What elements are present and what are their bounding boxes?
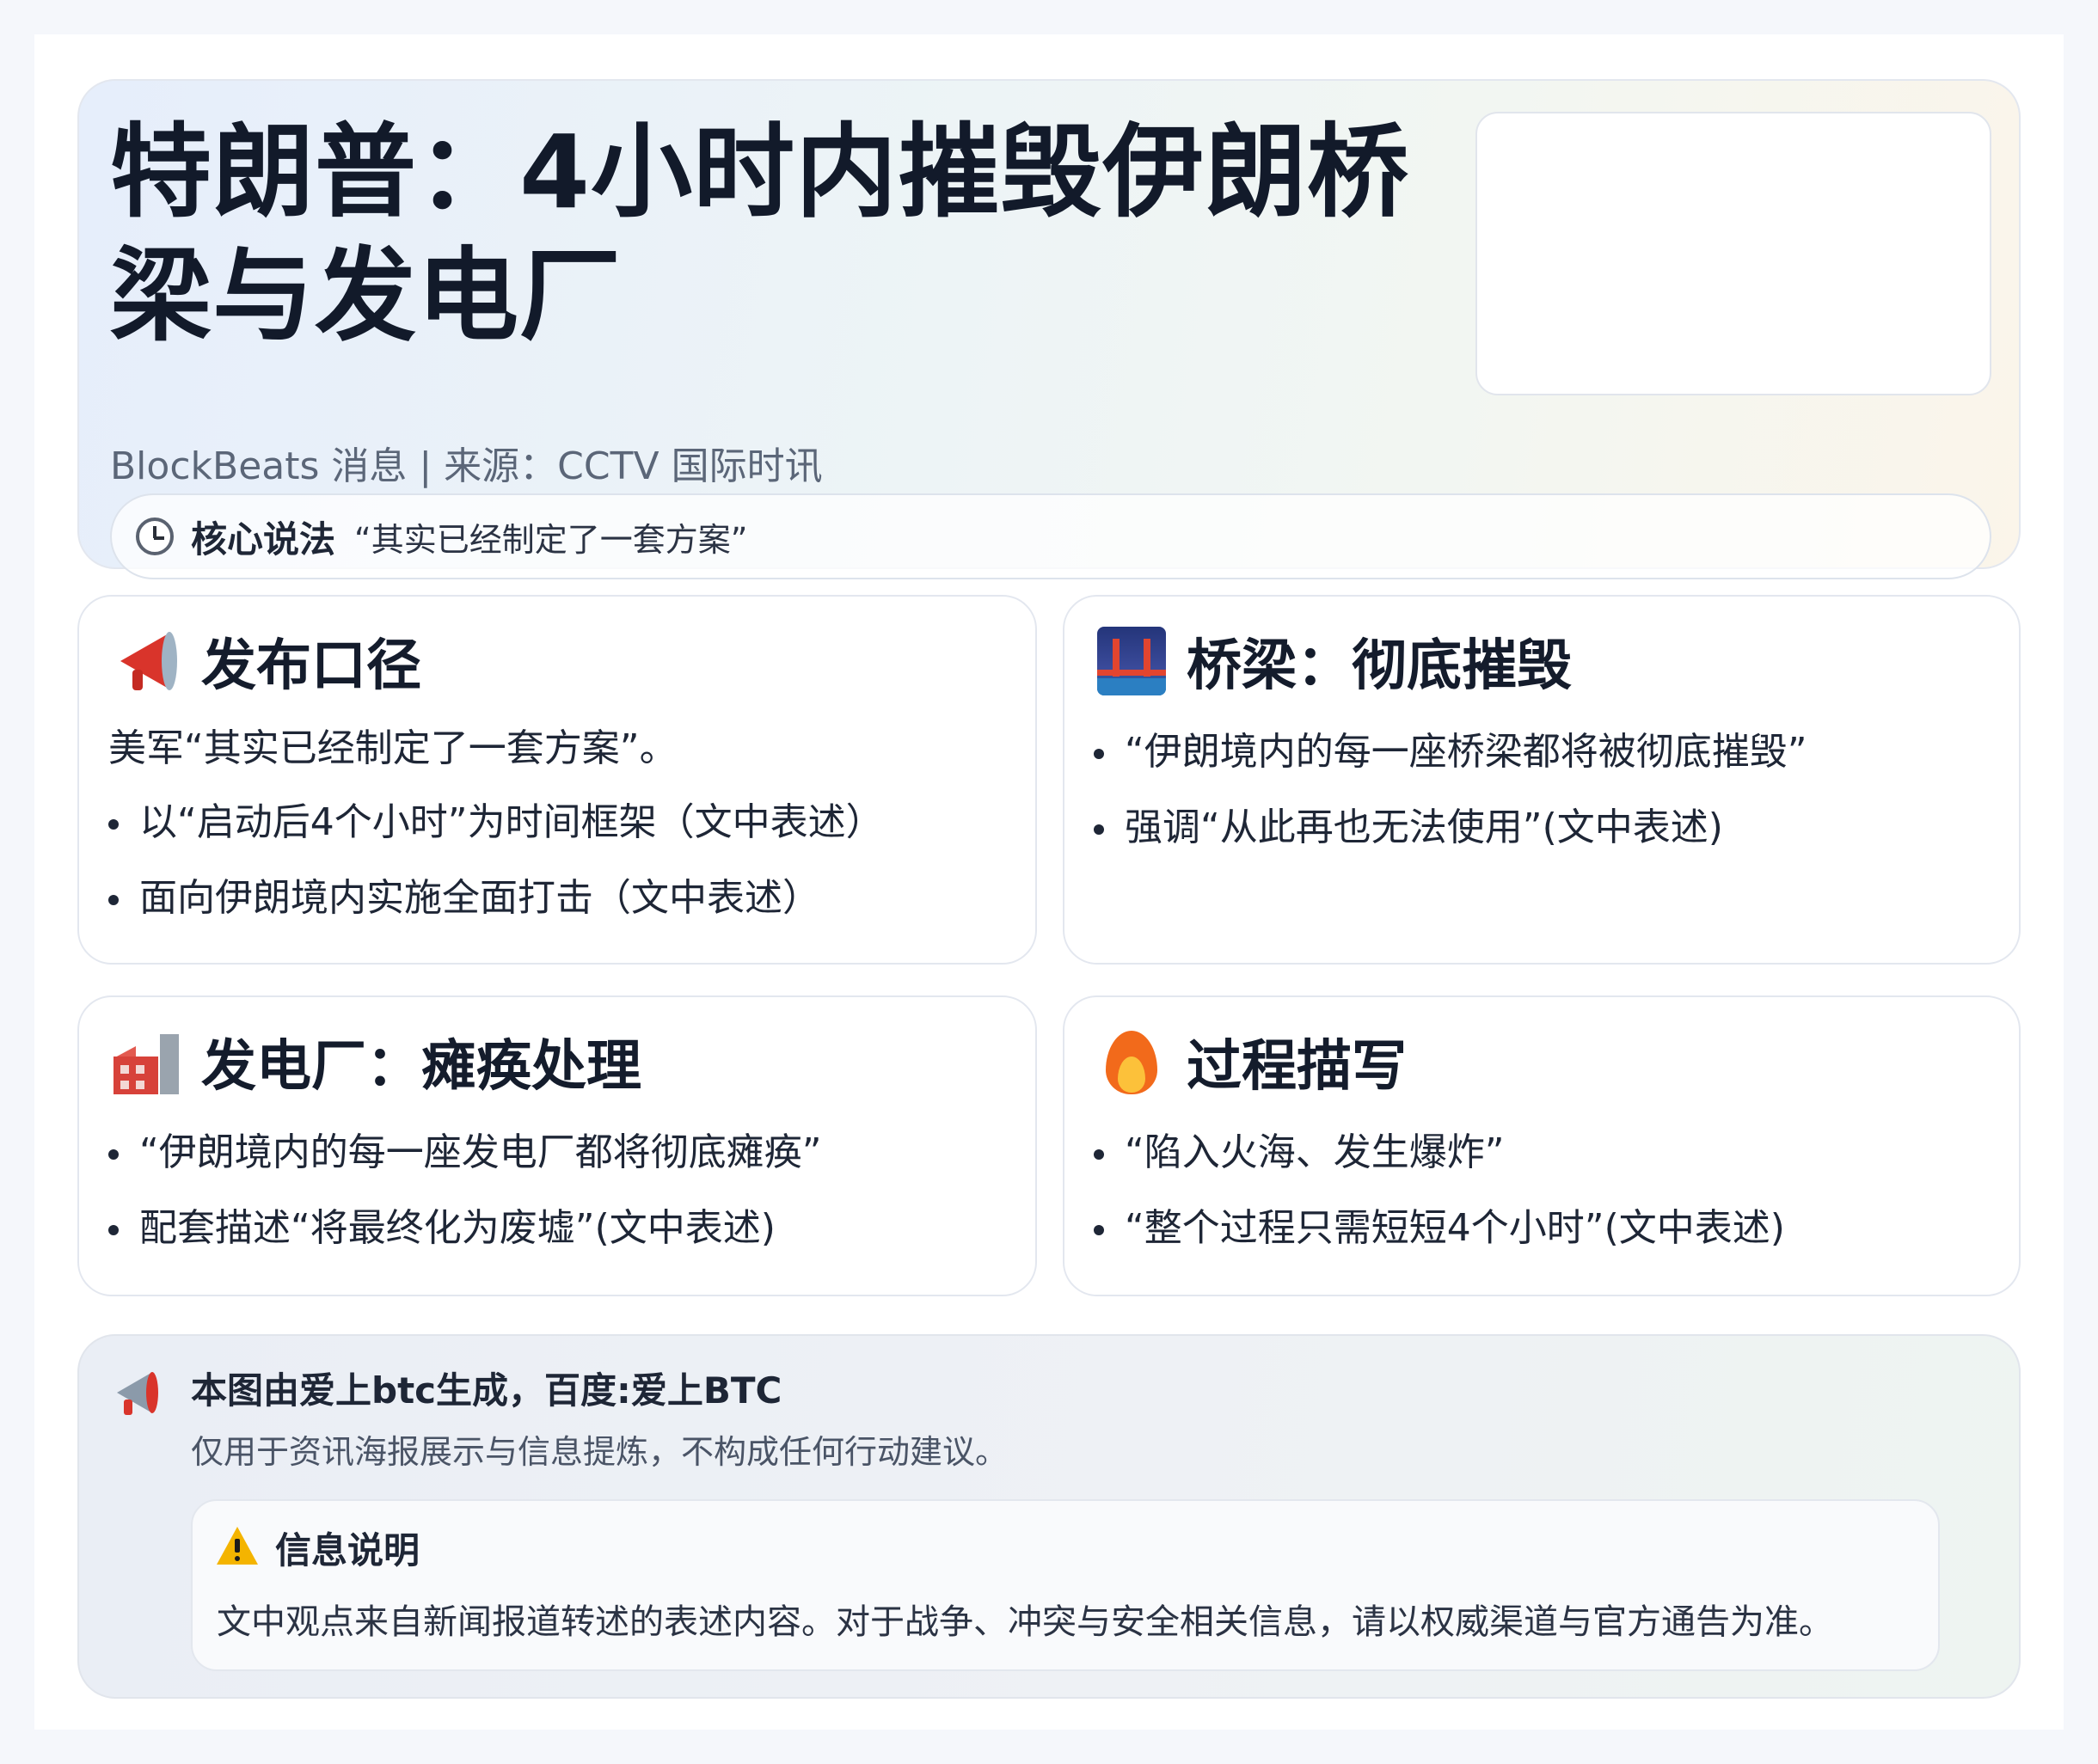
core-claim-quote: “其实已经制定了一套方案” (354, 520, 748, 559)
megaphone-icon (110, 625, 182, 697)
info-notice: 信息说明 文中观点来自新闻报道转述的表述内容。对于战争、冲突与安全相关信息，请以… (191, 1499, 1940, 1671)
core-claim-label: 核心说法 (191, 518, 336, 560)
card-bridges: 桥梁：彻底摧毁 “伊朗境内的每一座桥梁都将被彻底摧毁” 强调“从此再也无法使用”… (1063, 595, 2021, 965)
bullet-list: “陷入火海、发生爆炸” “整个过程只需短短4个小时”(文中表述) (1094, 1126, 1785, 1277)
list-item: 以“启动后4个小时”为时间框架（文中表述） (108, 796, 884, 849)
card-process: 过程描写 “陷入火海、发生爆炸” “整个过程只需短短4个小时”(文中表述) (1063, 995, 2021, 1296)
list-item: “整个过程只需短短4个小时”(文中表述) (1094, 1202, 1785, 1255)
list-item: “陷入火海、发生爆炸” (1094, 1126, 1785, 1179)
list-item: 强调“从此再也无法使用”(文中表述) (1094, 801, 1807, 854)
footer-title: 本图由爱上btc生成，百度:爱上BTC (191, 1369, 782, 1412)
bridge-icon (1097, 627, 1166, 695)
card-intro: 美军“其实已经制定了一套方案”。 (108, 726, 678, 770)
notice-title: 信息说明 (275, 1529, 420, 1571)
hero-card: 特朗普：4小时内摧毁伊朗桥梁与发电厂 BlockBeats 消息 | 来源：CC… (77, 79, 2021, 579)
megaphone-icon (108, 1367, 163, 1422)
footer-subtitle: 仅用于资讯海报展示与信息提炼，不构成任何行动建议。 (191, 1433, 1009, 1471)
list-item: 面向伊朗境内实施全面打击（文中表述） (108, 872, 884, 925)
card-header: 发布口径 (110, 622, 421, 700)
list-item: “伊朗境内的每一座发电厂都将彻底瘫痪” (108, 1126, 822, 1179)
card-header: 桥梁：彻底摧毁 (1095, 622, 1572, 700)
clock-icon (136, 518, 174, 555)
card-header: 过程描写 (1095, 1023, 1407, 1100)
card-title: 桥梁：彻底摧毁 (1187, 634, 1572, 698)
list-item: 配套描述“将最终化为废墟”(文中表述) (108, 1202, 822, 1255)
bullet-list: 以“启动后4个小时”为时间框架（文中表述） 面向伊朗境内实施全面打击（文中表述） (108, 796, 884, 947)
notice-text: 文中观点来自新闻报道转述的表述内容。对于战争、冲突与安全相关信息，请以权威渠道与… (217, 1602, 1833, 1642)
footer-card: 本图由爱上btc生成，百度:爱上BTC 仅用于资讯海报展示与信息提炼，不构成任何… (77, 1334, 2021, 1699)
list-item: “伊朗境内的每一座桥梁都将被彻底摧毁” (1094, 726, 1807, 779)
card-title: 发布口径 (201, 634, 421, 698)
hero-image-placeholder (1475, 112, 1991, 395)
bullet-list: “伊朗境内的每一座发电厂都将彻底瘫痪” 配套描述“将最终化为废墟”(文中表述) (108, 1126, 822, 1277)
card-header: 发电厂：瘫痪处理 (110, 1023, 641, 1100)
card-title: 发电厂：瘫痪处理 (201, 1035, 641, 1099)
card-title: 过程描写 (1187, 1035, 1407, 1099)
warning-icon (217, 1527, 258, 1568)
factory-icon (112, 1027, 181, 1096)
poster: 特朗普：4小时内摧毁伊朗桥梁与发电厂 BlockBeats 消息 | 来源：CC… (34, 34, 2064, 1730)
fire-icon (1097, 1026, 1166, 1098)
bullet-list: “伊朗境内的每一座桥梁都将被彻底摧毁” 强调“从此再也无法使用”(文中表述) (1094, 726, 1807, 877)
card-release-stance: 发布口径 美军“其实已经制定了一套方案”。 以“启动后4个小时”为时间框架（文中… (77, 595, 1037, 965)
core-claim-pill: 核心说法 “其实已经制定了一套方案” (110, 493, 1991, 579)
headline: 特朗普：4小时内摧毁伊朗桥梁与发电厂 (110, 113, 1410, 355)
card-power-plants: 发电厂：瘫痪处理 “伊朗境内的每一座发电厂都将彻底瘫痪” 配套描述“将最终化为废… (77, 995, 1037, 1296)
source-line: BlockBeats 消息 | 来源：CCTV 国际时讯 (110, 444, 823, 488)
